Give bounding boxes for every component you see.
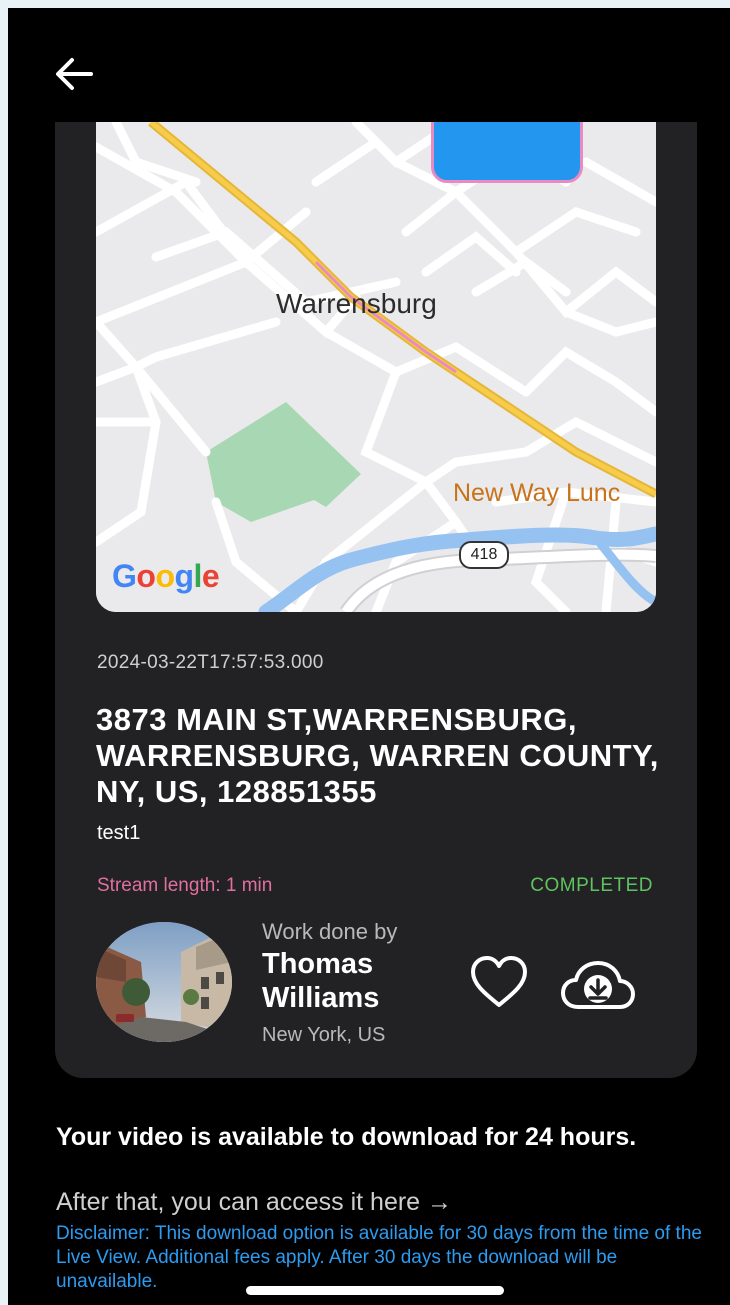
worker-name: Thomas Williams [262,948,380,1014]
stream-card: Warrensburg New Way Lunc 418 Google $1 2… [55,122,697,1078]
download-disclaimer: Disclaimer: This download option is avai… [56,1223,702,1292]
home-indicator[interactable] [246,1286,504,1295]
screen: Warrensburg New Way Lunc 418 Google $1 2… [8,8,730,1305]
download-headline: Your video is available to download for … [56,1123,637,1151]
stream-timestamp: 2024-03-22T17:57:53.000 [97,652,324,673]
map-poi-label[interactable]: New Way Lunc [453,479,620,508]
download-button[interactable] [560,959,636,1011]
route-shield: 418 [459,541,509,569]
stream-address: 3873 MAIN ST,WARRENSBURG, WARRENSBURG, W… [96,702,659,809]
google-logo-text: Google [112,558,220,594]
avatar-street-photo [96,922,232,1042]
access-later-link[interactable]: After that, you can access it here → [56,1188,452,1217]
worker-caption: Work done by [262,919,398,944]
stream-note: test1 [97,822,141,844]
map-view[interactable]: Warrensburg New Way Lunc 418 Google $1 [96,122,656,612]
back-button[interactable] [50,50,98,98]
cloud-download-icon [561,961,635,1009]
map-city-label: Warrensburg [276,288,437,319]
arrow-left-icon [56,58,93,90]
worker-location: New York, US [262,1024,386,1046]
status-badge: COMPLETED [530,875,653,896]
price-badge[interactable]: $1 [431,122,583,183]
favorite-button[interactable] [469,953,529,1013]
map-tiles [96,122,656,612]
heart-icon [471,956,527,1007]
google-logo: Google [112,558,220,595]
stream-length: Stream length: 1 min [97,875,273,896]
avatar[interactable] [96,922,232,1042]
